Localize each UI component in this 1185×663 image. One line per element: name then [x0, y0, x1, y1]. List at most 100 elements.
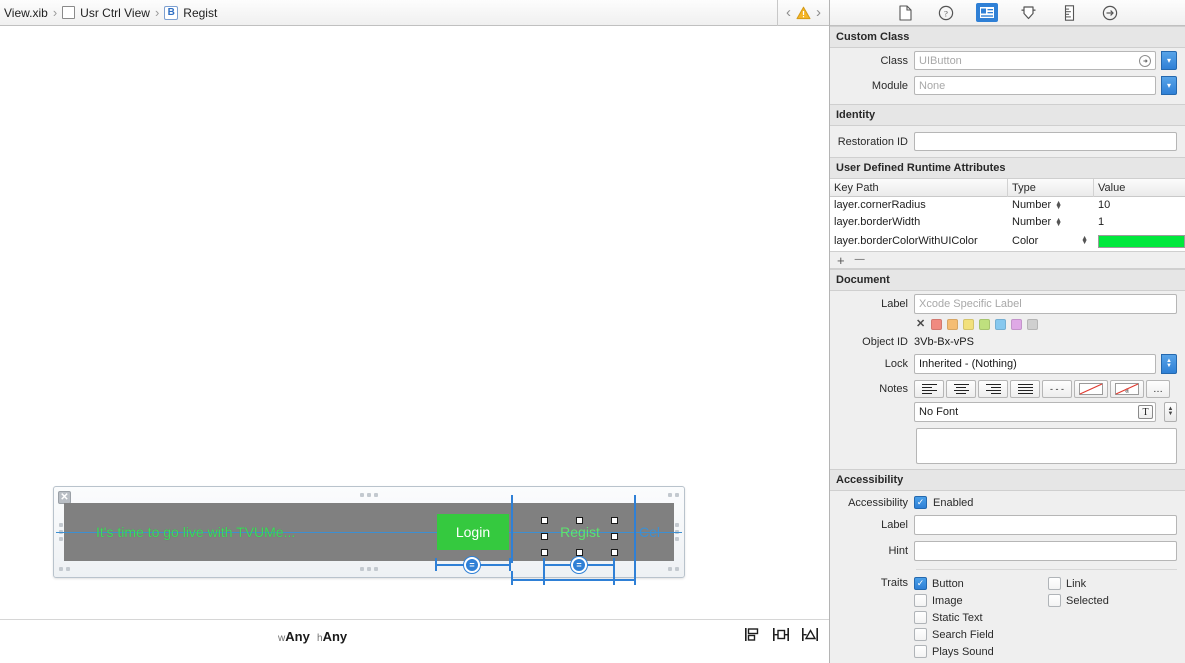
more-options-icon[interactable]: …	[1146, 380, 1170, 398]
resolve-issues-button[interactable]	[800, 626, 820, 643]
breadcrumb-item-regist[interactable]: B Regist	[160, 3, 221, 23]
selection-handle-bottom-center[interactable]	[576, 549, 583, 556]
selection-handle-top-left[interactable]	[541, 517, 548, 524]
align-left-icon[interactable]	[914, 380, 944, 398]
trait-search-field-checkbox[interactable]	[914, 628, 927, 641]
add-attribute-button[interactable]: +	[837, 254, 845, 267]
interface-builder-canvas[interactable]: ✕ It's time to go live with TVUMe... Log…	[0, 26, 829, 663]
trait-selected-checkbox[interactable]	[1048, 594, 1061, 607]
runtime-attributes-table[interactable]: Key Path Type Value layer.cornerRadius N…	[830, 178, 1185, 252]
selection-handle-top-right[interactable]	[611, 517, 618, 524]
cell-key-path[interactable]: layer.borderColorWithUIColor	[830, 233, 1008, 250]
align-center-icon[interactable]	[946, 380, 976, 398]
identity-inspector-tab[interactable]	[976, 3, 998, 22]
text-color-none-icon[interactable]	[1074, 380, 1108, 398]
trait-link-checkbox[interactable]	[1048, 577, 1061, 590]
file-inspector-tab[interactable]	[894, 3, 916, 22]
selection-handle-mid-right[interactable]	[611, 533, 618, 540]
constraint-badge-login[interactable]: =	[464, 557, 480, 573]
trait-plays-sound-checkbox[interactable]	[914, 645, 927, 658]
table-row[interactable]: layer.cornerRadius Number ▲ ▼ 10	[830, 197, 1185, 214]
swatch-red[interactable]	[931, 319, 943, 330]
resize-grip-bottom-right[interactable]	[668, 567, 679, 571]
dashes-icon[interactable]: - - -	[1042, 380, 1072, 398]
table-row[interactable]: layer.borderWidth Number ▲ ▼ 1	[830, 214, 1185, 231]
trait-static-text-checkbox[interactable]	[914, 611, 927, 624]
resize-grip-bottom-left[interactable]	[59, 567, 70, 571]
trait-static-text[interactable]: Static Text	[914, 611, 1048, 624]
column-header-type[interactable]: Type	[1008, 178, 1094, 197]
lock-popup-arrow-icon[interactable]: ▲ ▼	[1161, 354, 1177, 374]
resize-grip-top[interactable]	[360, 493, 378, 497]
cell-key-path[interactable]: layer.cornerRadius	[830, 197, 1008, 214]
color-swatch-value[interactable]	[1098, 234, 1185, 248]
connections-inspector-tab[interactable]	[1099, 3, 1121, 22]
swatch-green[interactable]	[979, 319, 991, 330]
swatch-none-icon[interactable]: ✕	[916, 319, 925, 330]
trait-image-checkbox[interactable]	[914, 594, 927, 607]
swatch-orange[interactable]	[947, 319, 959, 330]
size-inspector-tab[interactable]	[1058, 3, 1080, 22]
notes-font-field[interactable]: No Font T	[914, 402, 1156, 422]
quick-help-tab[interactable]: ?	[935, 3, 957, 22]
class-clear-icon[interactable]	[1139, 54, 1151, 67]
swatch-purple[interactable]	[1011, 319, 1023, 330]
type-stepper-icon[interactable]: ▲ ▼	[1055, 217, 1062, 228]
align-button[interactable]	[742, 626, 762, 643]
selection-handle-top-center[interactable]	[576, 517, 583, 524]
background-color-none-icon[interactable]: a	[1110, 380, 1144, 398]
class-dropdown-icon[interactable]: ▾	[1161, 51, 1177, 70]
trait-plays-sound[interactable]: Plays Sound	[914, 645, 1048, 658]
cell-type[interactable]: Color ▲ ▼	[1008, 233, 1094, 250]
resize-grip-top-right[interactable]	[668, 493, 679, 497]
selection-handle-bottom-left[interactable]	[541, 549, 548, 556]
class-field[interactable]: UIButton	[914, 51, 1156, 70]
type-stepper-icon[interactable]: ▲ ▼	[1055, 200, 1062, 211]
swatch-blue[interactable]	[995, 319, 1007, 330]
swatch-yellow[interactable]	[963, 319, 975, 330]
font-size-stepper-icon[interactable]: ▲ ▼	[1164, 402, 1177, 422]
next-issue-button[interactable]: ›	[814, 5, 823, 20]
swatch-gray[interactable]	[1027, 319, 1039, 330]
selection-handle-bottom-right[interactable]	[611, 549, 618, 556]
align-justify-icon[interactable]	[1010, 380, 1040, 398]
accessibility-enabled-checkbox[interactable]: ✓	[914, 496, 927, 509]
cell-value[interactable]: 10	[1094, 197, 1185, 214]
trait-button[interactable]: ✓ Button	[914, 577, 1048, 590]
trait-button-checkbox[interactable]: ✓	[914, 577, 927, 590]
column-header-value[interactable]: Value	[1094, 179, 1185, 197]
breadcrumb-item-view[interactable]: Usr Ctrl View	[58, 3, 154, 23]
cell-type[interactable]: Number ▲ ▼	[1008, 214, 1094, 231]
cell-key-path[interactable]: layer.borderWidth	[830, 214, 1008, 231]
attributes-inspector-tab[interactable]	[1017, 3, 1039, 22]
trait-image[interactable]: Image	[914, 594, 1048, 607]
align-right-icon[interactable]	[978, 380, 1008, 398]
breadcrumb-item-xib[interactable]: View.xib	[0, 3, 52, 23]
constraint-badge-regist[interactable]: =	[571, 557, 587, 573]
canvas-root-view[interactable]: It's time to go live with TVUMe... Login…	[56, 495, 682, 585]
notes-textarea[interactable]	[916, 428, 1177, 464]
a11y-label-field[interactable]	[914, 515, 1177, 535]
canvas-view-frame[interactable]: ✕ It's time to go live with TVUMe... Log…	[53, 486, 685, 585]
a11y-hint-field[interactable]	[914, 541, 1177, 561]
cell-value[interactable]: 1	[1094, 214, 1185, 231]
remove-attribute-button[interactable]: —	[855, 255, 865, 265]
restoration-id-field[interactable]	[914, 132, 1177, 151]
trait-search-field[interactable]: Search Field	[914, 628, 1048, 641]
module-dropdown-icon[interactable]: ▾	[1161, 76, 1177, 95]
column-header-key-path[interactable]: Key Path	[830, 178, 1008, 197]
warning-triangle-icon[interactable]	[796, 6, 811, 20]
pin-button[interactable]	[771, 626, 791, 643]
size-class-indicator[interactable]: wAny hAny	[278, 629, 347, 644]
cell-type[interactable]: Number ▲ ▼	[1008, 197, 1094, 214]
font-panel-icon[interactable]: T	[1138, 405, 1153, 419]
document-label-field[interactable]: Xcode Specific Label	[914, 294, 1177, 314]
trait-link[interactable]: Link	[1048, 577, 1109, 590]
cell-value[interactable]	[1094, 233, 1185, 250]
previous-issue-button[interactable]: ‹	[784, 5, 793, 20]
selection-handle-mid-left[interactable]	[541, 533, 548, 540]
trait-selected[interactable]: Selected	[1048, 594, 1109, 607]
type-stepper-icon[interactable]: ▲ ▼	[1081, 235, 1088, 246]
lock-popup-button[interactable]: Inherited - (Nothing)	[914, 354, 1156, 374]
constraint-line-bottom[interactable]	[511, 579, 636, 581]
